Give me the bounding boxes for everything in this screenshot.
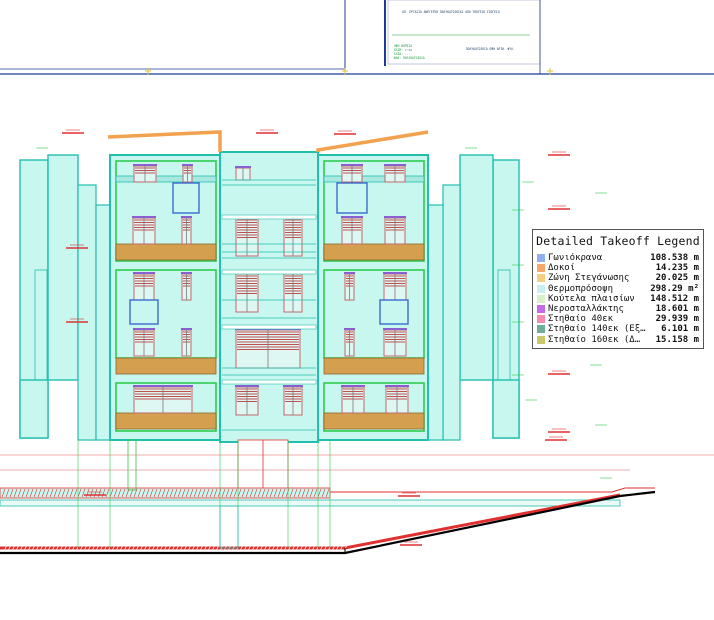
ground-profile bbox=[330, 487, 655, 493]
slab-line bbox=[221, 324, 317, 330]
legend-item-name: Νεροσταλλάκτης bbox=[548, 303, 624, 314]
legend-item-value: 298.29 m² bbox=[650, 283, 699, 294]
window-head bbox=[181, 216, 192, 218]
title-block-line: ΦΑΚ: ΠΟΛΥΚΑΤΟΙΚΙΑ bbox=[394, 56, 425, 60]
window-head bbox=[235, 385, 259, 387]
legend-item-name: Γωνιόκρανα bbox=[548, 253, 603, 263]
roof-edge bbox=[107, 130, 222, 152]
foundation-detail bbox=[219, 505, 239, 549]
window-head bbox=[133, 164, 157, 166]
window-head bbox=[235, 166, 251, 168]
window-head bbox=[182, 164, 193, 166]
side-wing bbox=[427, 204, 444, 441]
takeoff-legend[interactable]: Detailed Takeoff Legend Γωνιόκρανα 108.53… bbox=[532, 229, 704, 349]
balcony-parapet bbox=[115, 357, 217, 375]
side-wing bbox=[19, 379, 49, 439]
balcony-parapet bbox=[115, 243, 217, 261]
legend-item-name: Κούτελα πλαισίων bbox=[548, 293, 635, 304]
window-head bbox=[132, 216, 156, 218]
legend-swatch bbox=[537, 294, 545, 303]
legend-swatch bbox=[537, 264, 545, 273]
window-head bbox=[133, 328, 155, 330]
legend-item[interactable]: Στηθαίο 160εκ (Δ… 15.158 m bbox=[533, 335, 703, 345]
ground-slab bbox=[0, 499, 621, 507]
window-head bbox=[341, 216, 363, 218]
window-head bbox=[341, 164, 363, 166]
balcony-band bbox=[115, 175, 217, 183]
legend-item-value: 18.601 m bbox=[655, 303, 699, 314]
legend-swatch bbox=[537, 284, 545, 293]
balcony-band bbox=[323, 175, 425, 183]
legend-item-value: 6.101 m bbox=[661, 324, 699, 335]
legend-title: Detailed Takeoff Legend bbox=[536, 234, 700, 248]
window-head bbox=[385, 385, 409, 387]
slab-line bbox=[221, 269, 317, 275]
side-wing bbox=[492, 379, 520, 439]
legend-item-name: Δοκοί bbox=[548, 263, 576, 274]
legend-swatch bbox=[537, 274, 545, 283]
legend-item-name: Ζώνη Στεγάνωσης bbox=[548, 273, 630, 284]
slab-line bbox=[221, 379, 317, 385]
window-head bbox=[344, 272, 355, 274]
stair-core bbox=[219, 151, 319, 443]
legend-item-name: Στηθαίο 140εκ (Εξ… bbox=[548, 324, 646, 335]
window-head bbox=[384, 164, 406, 166]
legend-item[interactable]: Θερμοπρόσοψη 298.29 m² bbox=[533, 284, 703, 294]
column-line bbox=[127, 439, 137, 491]
legend-item-value: 14.235 m bbox=[655, 263, 699, 274]
title-block-right-text: ΠΟΛΥΚΑΤΟΙΚΙΑ ΟΨΗ ΑΡΙΘ. ΦΥΛ. bbox=[466, 47, 515, 51]
legend-item-value: 20.025 m bbox=[655, 273, 699, 284]
side-wing bbox=[459, 154, 494, 381]
legend-rows: Γωνιόκρανα 108.538 m Δοκοί 14.235 m Ζώνη Στε… bbox=[533, 253, 703, 345]
legend-item[interactable]: Ζώνη Στεγάνωσης 20.025 m bbox=[533, 273, 703, 283]
window-head bbox=[383, 328, 407, 330]
legend-swatch bbox=[537, 304, 545, 313]
legend-swatch bbox=[537, 315, 545, 324]
title-block: ΑΠ. ΕΡΓΑΣΙΑ ΑΝΕΓΕΡΣΗ ΠΟΛΥΚΑΤΟΙΚΙΑΣ ΑΠΟ Υ… bbox=[388, 0, 540, 64]
window-head bbox=[344, 328, 355, 330]
window-head bbox=[383, 272, 407, 274]
window-head bbox=[181, 328, 192, 330]
facade-block bbox=[317, 154, 429, 441]
legend-item[interactable]: Στηθαίο 40εκ 29.939 m bbox=[533, 314, 703, 324]
legend-swatch bbox=[537, 325, 545, 334]
window-head bbox=[283, 385, 303, 387]
balcony-parapet bbox=[323, 243, 425, 261]
balcony-parapet bbox=[323, 357, 425, 375]
legend-swatch bbox=[537, 254, 545, 262]
window-head bbox=[133, 385, 193, 387]
window-bay bbox=[129, 299, 159, 325]
legend-swatch bbox=[537, 335, 545, 344]
legend-item-value: 15.158 m bbox=[655, 334, 699, 345]
window-bay bbox=[379, 299, 409, 325]
legend-item-name: Θερμοπρόσοψη bbox=[548, 283, 614, 294]
window-head bbox=[133, 272, 155, 274]
window-bay bbox=[336, 182, 368, 214]
window-bay bbox=[172, 182, 200, 214]
legend-item-value: 148.512 m bbox=[650, 293, 699, 304]
window-head bbox=[181, 272, 192, 274]
side-wing bbox=[77, 184, 97, 441]
legend-item-value: 29.939 m bbox=[655, 314, 699, 325]
legend-item[interactable]: Γωνιόκρανα 108.538 m bbox=[533, 253, 703, 263]
window-head bbox=[384, 216, 406, 218]
slab-line bbox=[221, 214, 317, 220]
side-wing bbox=[47, 154, 79, 381]
legend-item-name: Στηθαίο 40εκ bbox=[548, 314, 614, 325]
roof-edge bbox=[316, 130, 429, 152]
side-wing bbox=[95, 204, 111, 441]
balcony-parapet bbox=[115, 412, 217, 430]
side-wing bbox=[442, 184, 461, 441]
window-head bbox=[341, 385, 365, 387]
legend-item-name: Στηθαίο 160εκ (Δ… bbox=[548, 334, 641, 345]
balcony-parapet bbox=[323, 412, 425, 430]
title-block-header: ΑΠ. ΕΡΓΑΣΙΑ ΑΝΕΓΕΡΣΗ ΠΟΛΥΚΑΤΟΙΚΙΑΣ ΑΠΟ Υ… bbox=[402, 10, 500, 14]
legend-item[interactable]: Κούτελα πλαισίων 148.512 m bbox=[533, 294, 703, 304]
legend-item[interactable]: Στηθαίο 140εκ (Εξ… 6.101 m bbox=[533, 324, 703, 334]
legend-item[interactable]: Δοκοί 14.235 m bbox=[533, 263, 703, 273]
legend-item-value: 108.538 m bbox=[650, 253, 699, 263]
legend-item[interactable]: Νεροσταλλάκτης 18.601 m bbox=[533, 304, 703, 314]
